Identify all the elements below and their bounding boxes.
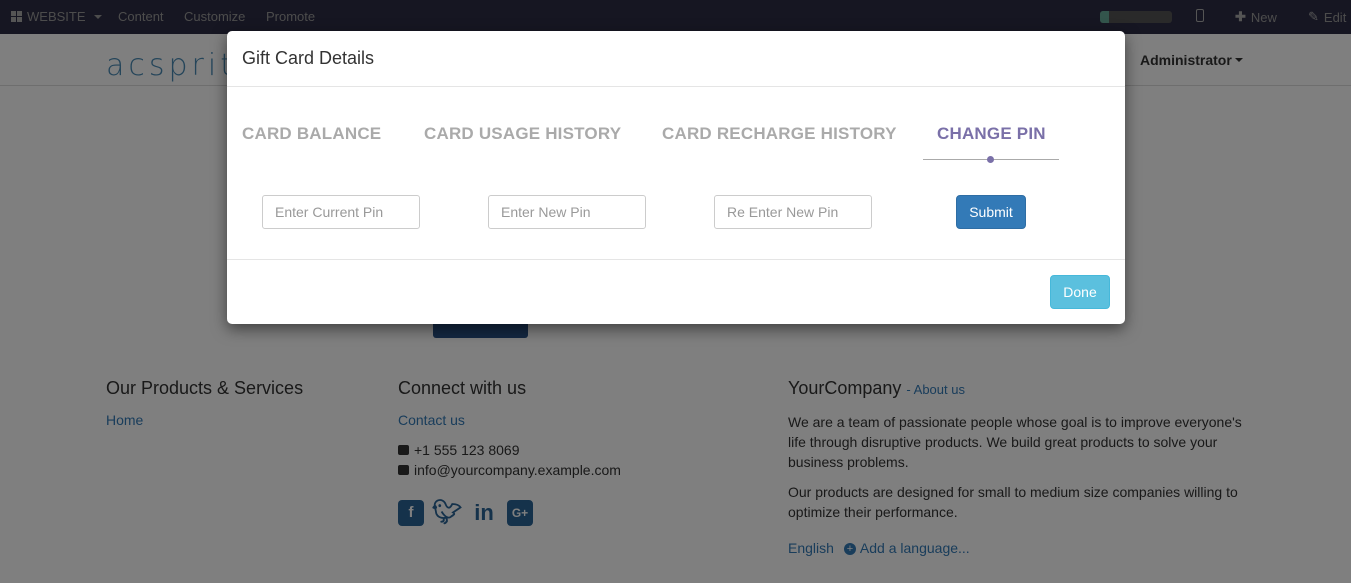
tab-card-usage-history[interactable]: CARD USAGE HISTORY (424, 124, 621, 144)
modal-header: Gift Card Details (227, 31, 1125, 87)
tab-change-pin[interactable]: CHANGE PIN (937, 124, 1046, 144)
gift-card-modal: Gift Card Details CARD BALANCE CARD USAG… (227, 31, 1125, 324)
reenter-pin-input[interactable] (714, 195, 872, 229)
active-tab-dot (987, 156, 994, 163)
new-pin-input[interactable] (488, 195, 646, 229)
tab-card-recharge-history[interactable]: CARD RECHARGE HISTORY (662, 124, 897, 144)
submit-button[interactable]: Submit (956, 195, 1026, 229)
modal-title: Gift Card Details (242, 48, 375, 68)
gift-card-tabs: CARD BALANCE CARD USAGE HISTORY CARD REC… (227, 87, 1125, 167)
modal-footer: Done (227, 259, 1125, 324)
tab-card-balance[interactable]: CARD BALANCE (242, 124, 381, 144)
done-button[interactable]: Done (1050, 275, 1110, 309)
current-pin-input[interactable] (262, 195, 420, 229)
